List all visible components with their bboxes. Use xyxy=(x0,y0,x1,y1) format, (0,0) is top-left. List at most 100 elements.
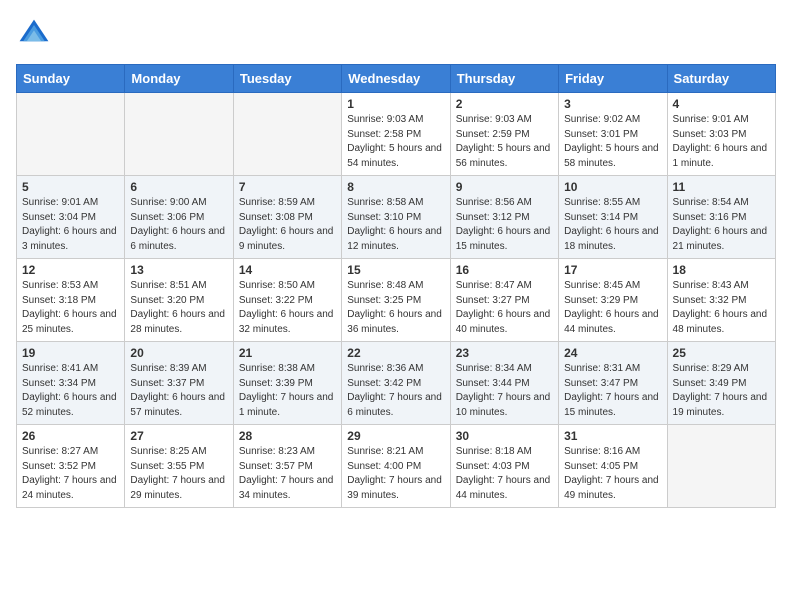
day-info: Sunrise: 8:51 AMSunset: 3:20 PMDaylight:… xyxy=(130,279,227,337)
calendar-cell: 27 Sunrise: 8:25 AMSunset: 3:55 PMDayligh… xyxy=(125,425,233,508)
calendar-cell: 4Sunrise: 9:01 AMSunset: 3:03 PMDaylight… xyxy=(667,93,775,176)
week-row-3: 12 Sunrise: 8:53 AMSunset: 3:18 PMDayligh… xyxy=(17,259,776,342)
calendar-cell: 22Sunrise: 8:36 AMSunset: 3:42 PMDayligh… xyxy=(342,342,450,425)
calendar-cell: 16 Sunrise: 8:47 AMSunset: 3:27 PMDayligh… xyxy=(450,259,558,342)
calendar-cell xyxy=(667,425,775,508)
day-number: 6 xyxy=(130,180,227,194)
calendar-cell: 8 Sunrise: 8:58 AMSunset: 3:10 PMDaylight… xyxy=(342,176,450,259)
day-info: Sunrise: 8:50 AMSunset: 3:22 PMDaylight:… xyxy=(239,279,336,337)
calendar-cell: 15Sunrise: 8:48 AMSunset: 3:25 PMDayligh… xyxy=(342,259,450,342)
day-info: Sunrise: 8:21 AMSunset: 4:00 PMDaylight:… xyxy=(347,445,444,503)
calendar-cell: 7 Sunrise: 8:59 AMSunset: 3:08 PMDaylight… xyxy=(233,176,341,259)
day-number: 5 xyxy=(22,180,119,194)
week-row-4: 19 Sunrise: 8:41 AMSunset: 3:34 PMDayligh… xyxy=(17,342,776,425)
page-header xyxy=(16,16,776,52)
day-number: 3 xyxy=(564,97,661,111)
day-number: 14 xyxy=(239,263,336,277)
day-number: 25 xyxy=(673,346,770,360)
calendar-cell xyxy=(125,93,233,176)
weekday-header-saturday: Saturday xyxy=(667,65,775,93)
day-info: Sunrise: 8:45 AMSunset: 3:29 PMDaylight:… xyxy=(564,279,661,337)
calendar-cell xyxy=(233,93,341,176)
day-info: Sunrise: 8:29 AMSunset: 3:49 PMDaylight:… xyxy=(673,362,770,420)
week-row-5: 26 Sunrise: 8:27 AMSunset: 3:52 PMDayligh… xyxy=(17,425,776,508)
calendar-cell: 20 Sunrise: 8:39 AMSunset: 3:37 PMDayligh… xyxy=(125,342,233,425)
day-info: Sunrise: 9:02 AMSunset: 3:01 PMDaylight:… xyxy=(564,113,661,171)
day-number: 8 xyxy=(347,180,444,194)
day-info: Sunrise: 8:23 AMSunset: 3:57 PMDaylight:… xyxy=(239,445,336,503)
calendar-table: SundayMondayTuesdayWednesdayThursdayFrid… xyxy=(16,64,776,508)
day-number: 2 xyxy=(456,97,553,111)
day-number: 26 xyxy=(22,429,119,443)
day-number: 17 xyxy=(564,263,661,277)
calendar-cell: 29 Sunrise: 8:21 AMSunset: 4:00 PMDayligh… xyxy=(342,425,450,508)
calendar-cell: 2 Sunrise: 9:03 AMSunset: 2:59 PMDaylight… xyxy=(450,93,558,176)
day-info: Sunrise: 9:03 AMSunset: 2:59 PMDaylight:… xyxy=(456,113,553,171)
day-info: Sunrise: 8:36 AMSunset: 3:42 PMDaylight:… xyxy=(347,362,444,420)
day-number: 23 xyxy=(456,346,553,360)
day-info: Sunrise: 8:54 AMSunset: 3:16 PMDaylight:… xyxy=(673,196,770,254)
weekday-header-tuesday: Tuesday xyxy=(233,65,341,93)
day-number: 19 xyxy=(22,346,119,360)
day-info: Sunrise: 8:31 AMSunset: 3:47 PMDaylight:… xyxy=(564,362,661,420)
logo xyxy=(16,16,58,52)
day-info: Sunrise: 8:53 AMSunset: 3:18 PMDaylight:… xyxy=(22,279,119,337)
day-number: 20 xyxy=(130,346,227,360)
day-info: Sunrise: 8:58 AMSunset: 3:10 PMDaylight:… xyxy=(347,196,444,254)
calendar-cell: 5 Sunrise: 9:01 AMSunset: 3:04 PMDaylight… xyxy=(17,176,125,259)
day-info: Sunrise: 8:41 AMSunset: 3:34 PMDaylight:… xyxy=(22,362,119,420)
day-number: 1 xyxy=(347,97,444,111)
weekday-header-thursday: Thursday xyxy=(450,65,558,93)
day-number: 31 xyxy=(564,429,661,443)
calendar-cell: 6 Sunrise: 9:00 AMSunset: 3:06 PMDaylight… xyxy=(125,176,233,259)
day-info: Sunrise: 9:01 AMSunset: 3:03 PMDaylight:… xyxy=(673,113,770,171)
day-number: 24 xyxy=(564,346,661,360)
calendar-cell: 3 Sunrise: 9:02 AMSunset: 3:01 PMDaylight… xyxy=(559,93,667,176)
day-number: 30 xyxy=(456,429,553,443)
day-info: Sunrise: 8:34 AMSunset: 3:44 PMDaylight:… xyxy=(456,362,553,420)
calendar-cell: 21 Sunrise: 8:38 AMSunset: 3:39 PMDayligh… xyxy=(233,342,341,425)
day-number: 7 xyxy=(239,180,336,194)
calendar-cell: 10 Sunrise: 8:55 AMSunset: 3:14 PMDayligh… xyxy=(559,176,667,259)
day-info: Sunrise: 8:25 AMSunset: 3:55 PMDaylight:… xyxy=(130,445,227,503)
calendar-cell: 31Sunrise: 8:16 AMSunset: 4:05 PMDayligh… xyxy=(559,425,667,508)
weekday-header-monday: Monday xyxy=(125,65,233,93)
calendar-cell: 24 Sunrise: 8:31 AMSunset: 3:47 PMDayligh… xyxy=(559,342,667,425)
calendar-cell: 18Sunrise: 8:43 AMSunset: 3:32 PMDayligh… xyxy=(667,259,775,342)
day-number: 11 xyxy=(673,180,770,194)
day-number: 12 xyxy=(22,263,119,277)
day-number: 16 xyxy=(456,263,553,277)
weekday-header-friday: Friday xyxy=(559,65,667,93)
day-info: Sunrise: 9:01 AMSunset: 3:04 PMDaylight:… xyxy=(22,196,119,254)
week-row-1: 1 Sunrise: 9:03 AMSunset: 2:58 PMDaylight… xyxy=(17,93,776,176)
day-number: 21 xyxy=(239,346,336,360)
calendar-cell: 1 Sunrise: 9:03 AMSunset: 2:58 PMDaylight… xyxy=(342,93,450,176)
day-number: 10 xyxy=(564,180,661,194)
weekday-header-wednesday: Wednesday xyxy=(342,65,450,93)
calendar-cell: 14 Sunrise: 8:50 AMSunset: 3:22 PMDayligh… xyxy=(233,259,341,342)
day-number: 13 xyxy=(130,263,227,277)
day-info: Sunrise: 9:00 AMSunset: 3:06 PMDaylight:… xyxy=(130,196,227,254)
day-info: Sunrise: 8:47 AMSunset: 3:27 PMDaylight:… xyxy=(456,279,553,337)
day-number: 15 xyxy=(347,263,444,277)
day-info: Sunrise: 8:55 AMSunset: 3:14 PMDaylight:… xyxy=(564,196,661,254)
day-number: 27 xyxy=(130,429,227,443)
day-info: Sunrise: 9:03 AMSunset: 2:58 PMDaylight:… xyxy=(347,113,444,171)
calendar-cell: 28Sunrise: 8:23 AMSunset: 3:57 PMDayligh… xyxy=(233,425,341,508)
day-number: 18 xyxy=(673,263,770,277)
logo-icon xyxy=(16,16,52,52)
calendar-cell: 17 Sunrise: 8:45 AMSunset: 3:29 PMDayligh… xyxy=(559,259,667,342)
day-number: 29 xyxy=(347,429,444,443)
day-info: Sunrise: 8:39 AMSunset: 3:37 PMDaylight:… xyxy=(130,362,227,420)
calendar-cell: 19 Sunrise: 8:41 AMSunset: 3:34 PMDayligh… xyxy=(17,342,125,425)
week-row-2: 5 Sunrise: 9:01 AMSunset: 3:04 PMDaylight… xyxy=(17,176,776,259)
day-number: 9 xyxy=(456,180,553,194)
calendar-cell: 23 Sunrise: 8:34 AMSunset: 3:44 PMDayligh… xyxy=(450,342,558,425)
day-info: Sunrise: 8:56 AMSunset: 3:12 PMDaylight:… xyxy=(456,196,553,254)
weekday-header-sunday: Sunday xyxy=(17,65,125,93)
day-info: Sunrise: 8:27 AMSunset: 3:52 PMDaylight:… xyxy=(22,445,119,503)
weekday-header-row: SundayMondayTuesdayWednesdayThursdayFrid… xyxy=(17,65,776,93)
calendar-cell xyxy=(17,93,125,176)
day-info: Sunrise: 8:59 AMSunset: 3:08 PMDaylight:… xyxy=(239,196,336,254)
day-info: Sunrise: 8:38 AMSunset: 3:39 PMDaylight:… xyxy=(239,362,336,420)
